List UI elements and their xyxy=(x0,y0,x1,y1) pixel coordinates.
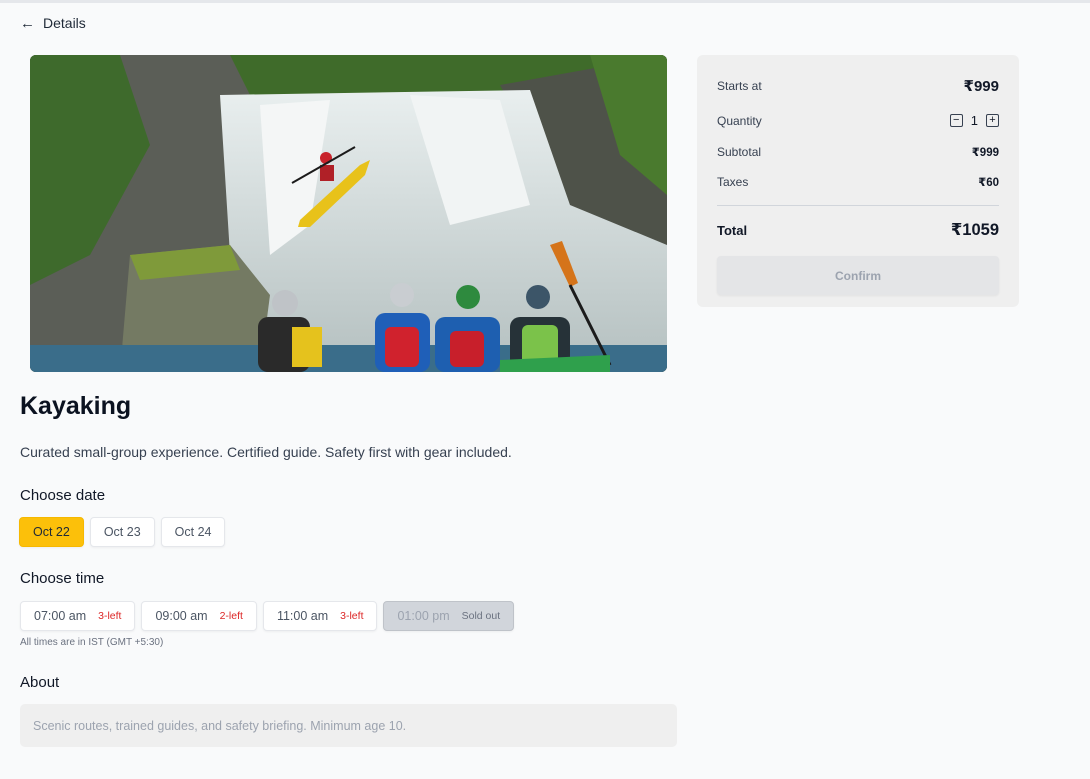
starts-at-label: Starts at xyxy=(717,79,762,93)
time-slot-time: 07:00 am xyxy=(34,609,87,623)
subtotal-value: ₹999 xyxy=(971,147,999,159)
top-divider xyxy=(0,0,1090,3)
choose-time-heading: Choose time xyxy=(20,570,105,587)
timezone-note: All times are in IST (GMT +5:30) xyxy=(20,637,164,648)
quantity-label: Quantity xyxy=(717,113,762,128)
subtotal-row: Subtotal ₹999 xyxy=(717,145,999,159)
time-slot-1100[interactable]: 11:00 am 3-left xyxy=(262,601,378,631)
time-slots: 07:00 am 3-left 09:00 am 2-left 11:00 am… xyxy=(20,601,515,631)
time-slot-availability: 2-left xyxy=(219,610,243,622)
time-slot-time: 11:00 am xyxy=(276,609,329,623)
quantity-stepper: − 1 + xyxy=(949,113,999,128)
booking-summary-card: Starts at ₹999 Quantity − 1 + Subtotal ₹… xyxy=(697,55,1019,307)
taxes-row: Taxes ₹60 xyxy=(717,175,999,189)
starts-at-value: ₹999 xyxy=(963,78,999,95)
quantity-decrease-button[interactable]: − xyxy=(949,114,963,127)
time-slot-availability: 3-left xyxy=(340,610,364,622)
total-row: Total ₹1059 xyxy=(717,220,999,240)
confirm-button[interactable]: Confirm xyxy=(717,256,999,295)
about-text: Scenic routes, trained guides, and safet… xyxy=(20,704,677,747)
back-label: Details xyxy=(43,15,86,31)
total-label: Total xyxy=(717,222,748,238)
choose-date-heading: Choose date xyxy=(20,487,106,504)
time-slot-0100-sold-out: 01:00 pm Sold out xyxy=(383,601,515,631)
total-value: ₹1059 xyxy=(950,221,999,239)
time-slot-availability: Sold out xyxy=(461,610,501,622)
arrow-left-icon: ← xyxy=(20,14,35,32)
time-slot-availability: 3-left xyxy=(98,610,122,622)
summary-divider xyxy=(717,205,999,206)
activity-title: Kayaking xyxy=(20,392,132,420)
subtotal-label: Subtotal xyxy=(717,145,762,159)
quantity-row: Quantity − 1 + xyxy=(717,113,999,128)
back-link[interactable]: ← Details xyxy=(20,15,86,31)
time-slot-time: 01:00 pm xyxy=(397,609,450,623)
date-option-oct-22[interactable]: Oct 22 xyxy=(19,517,84,547)
activity-description: Curated small-group experience. Certifie… xyxy=(20,444,512,460)
date-option-oct-23[interactable]: Oct 23 xyxy=(89,517,155,547)
taxes-value: ₹60 xyxy=(978,177,999,189)
time-slot-0700[interactable]: 07:00 am 3-left xyxy=(20,601,136,631)
time-slot-time: 09:00 am xyxy=(155,609,208,623)
time-slot-0900[interactable]: 09:00 am 2-left xyxy=(141,601,257,631)
starts-at-row: Starts at ₹999 xyxy=(717,77,999,95)
quantity-increase-button[interactable]: + xyxy=(986,114,999,127)
date-option-oct-24[interactable]: Oct 24 xyxy=(160,517,226,547)
activity-hero-image xyxy=(30,55,667,372)
taxes-label: Taxes xyxy=(717,175,749,189)
about-heading: About xyxy=(20,674,60,691)
date-options: Oct 22 Oct 23 Oct 24 xyxy=(19,517,226,547)
quantity-value: 1 xyxy=(970,113,978,128)
